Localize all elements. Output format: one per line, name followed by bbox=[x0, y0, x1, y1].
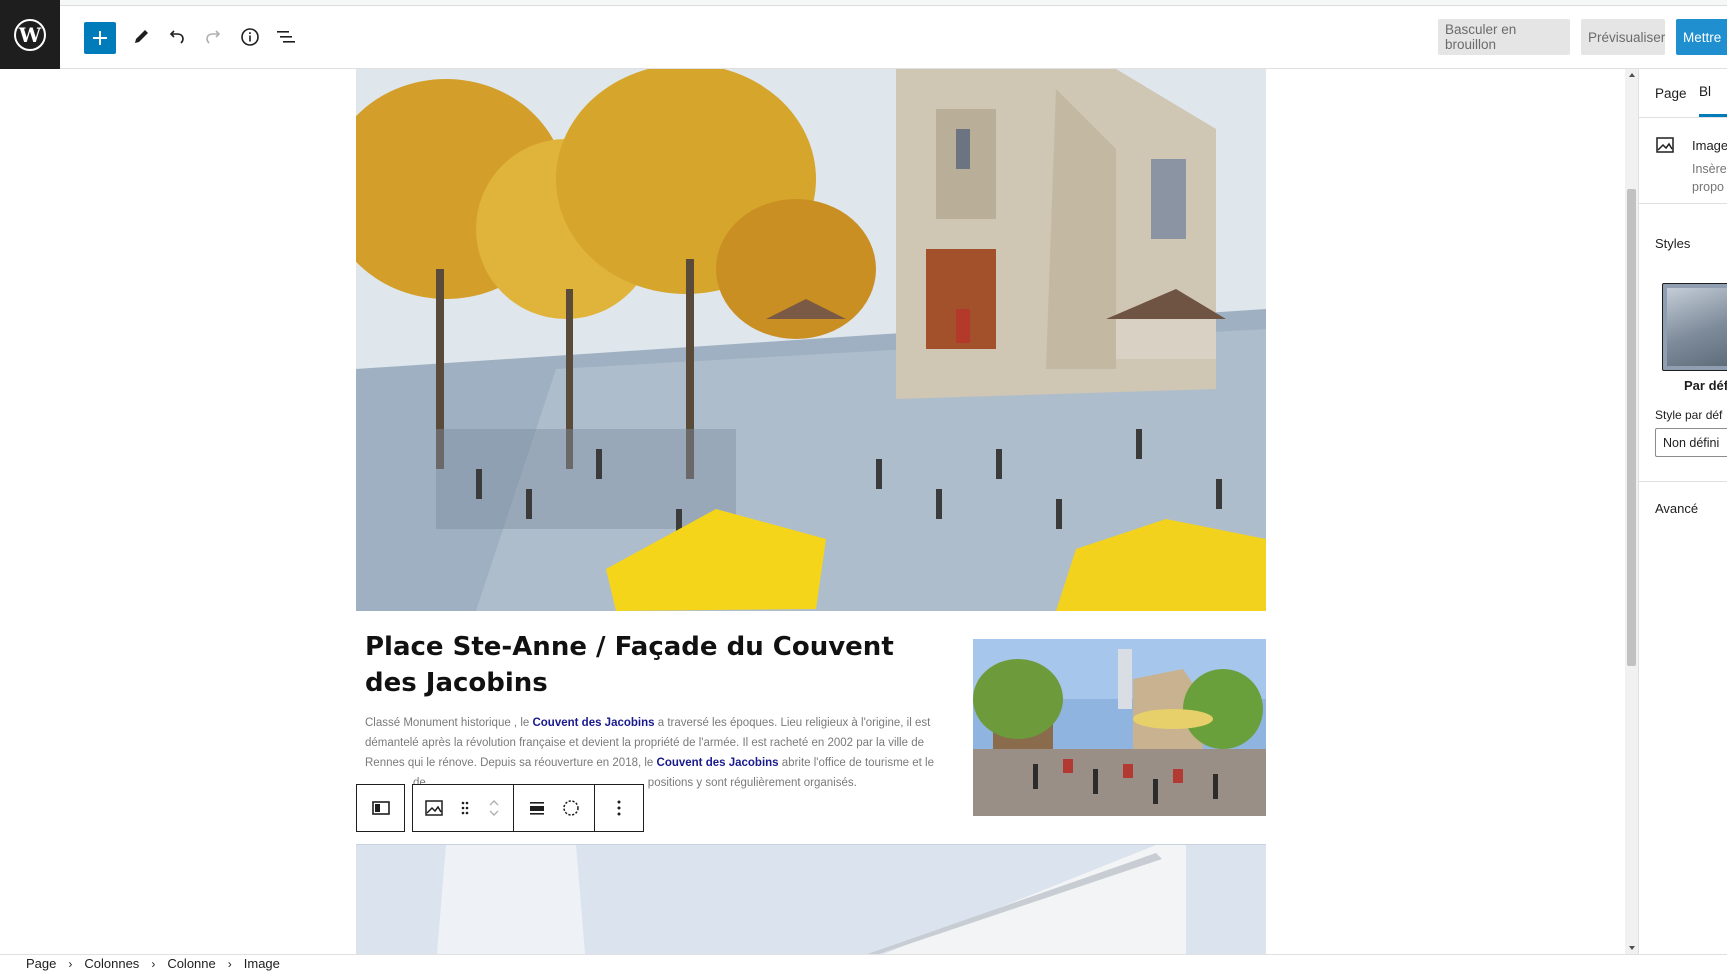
canvas-scrollbar[interactable] bbox=[1625, 69, 1638, 954]
info-icon bbox=[241, 28, 259, 46]
tab-block[interactable]: Bl bbox=[1699, 69, 1727, 117]
advanced-panel-toggle[interactable]: Avancé bbox=[1655, 501, 1698, 516]
section-paragraph[interactable]: Classé Monument historique , le Couvent … bbox=[365, 713, 939, 793]
duotone-button[interactable] bbox=[554, 785, 588, 831]
block-card-description: propo bbox=[1692, 180, 1724, 194]
breadcrumb-item-colonnes[interactable]: Colonnes bbox=[84, 956, 139, 971]
style-default-preview[interactable] bbox=[1662, 283, 1727, 371]
block-card-title: Image bbox=[1692, 138, 1727, 153]
parent-block-selector[interactable] bbox=[356, 784, 405, 832]
svg-text:W: W bbox=[18, 23, 42, 47]
chevron-right-icon: › bbox=[227, 956, 232, 971]
scrollbar-thumb[interactable] bbox=[1627, 189, 1636, 666]
drag-handle[interactable] bbox=[451, 785, 479, 831]
list-view-button[interactable] bbox=[270, 21, 302, 53]
breadcrumb-item-page[interactable]: Page bbox=[26, 956, 56, 971]
column-image[interactable] bbox=[973, 639, 1266, 816]
hero-image-illustration bbox=[356, 69, 1266, 611]
plus-icon bbox=[93, 31, 107, 45]
default-style-label: Style par déf bbox=[1655, 408, 1723, 422]
pencil-icon bbox=[135, 30, 148, 43]
sidebar-divider bbox=[1639, 203, 1727, 204]
square-image-illustration bbox=[973, 639, 1266, 816]
circle-dashed-icon bbox=[563, 800, 579, 816]
undo-button[interactable] bbox=[161, 21, 193, 53]
styles-panel-title[interactable]: Styles bbox=[1655, 236, 1690, 251]
details-button[interactable] bbox=[234, 21, 266, 53]
undo-icon bbox=[169, 30, 184, 44]
wordpress-logo-button[interactable]: W bbox=[0, 0, 60, 69]
scroll-down-arrow-icon[interactable] bbox=[1628, 945, 1636, 951]
style-default-caption: Par déf bbox=[1684, 378, 1727, 393]
sidebar-divider bbox=[1639, 117, 1727, 118]
block-card-description: Insère bbox=[1692, 162, 1727, 176]
redo-button[interactable] bbox=[197, 21, 229, 53]
default-style-select[interactable]: Non défini bbox=[1655, 428, 1727, 457]
image-block-type-button[interactable] bbox=[417, 785, 451, 831]
columns-icon bbox=[371, 801, 390, 815]
building-image-illustration bbox=[356, 845, 1266, 954]
chevron-right-icon: › bbox=[151, 956, 156, 971]
block-breadcrumb: Page › Colonnes › Colonne › Image bbox=[0, 954, 1727, 972]
breadcrumb-item-image[interactable]: Image bbox=[244, 956, 280, 971]
paragraph-text: abrite l'office de tourisme et le bbox=[778, 757, 934, 769]
block-type-group bbox=[412, 784, 514, 832]
settings-sidebar: Page Bl Image Insère propo Styles Par dé… bbox=[1638, 69, 1727, 954]
top-toolbar: W Basculer en brouillon Prévisualiser Me… bbox=[0, 0, 1727, 69]
image-icon bbox=[425, 800, 443, 816]
chevron-up-icon[interactable] bbox=[487, 798, 501, 808]
more-vertical-icon bbox=[617, 800, 621, 816]
scroll-up-arrow-icon[interactable] bbox=[1628, 72, 1636, 78]
switch-to-draft-button[interactable]: Basculer en brouillon bbox=[1438, 19, 1570, 55]
lower-image[interactable] bbox=[356, 844, 1266, 954]
tab-page[interactable]: Page bbox=[1655, 69, 1687, 117]
block-tools-group bbox=[514, 784, 595, 832]
preview-button[interactable]: Prévisualiser bbox=[1581, 19, 1665, 55]
list-view-icon bbox=[277, 31, 295, 43]
tools-button[interactable] bbox=[125, 21, 157, 53]
breadcrumb-item-colonne[interactable]: Colonne bbox=[167, 956, 215, 971]
align-wide-icon bbox=[530, 802, 544, 815]
hero-image[interactable] bbox=[356, 69, 1266, 611]
browser-edge bbox=[0, 0, 1727, 6]
block-toolbar bbox=[356, 784, 644, 832]
wordpress-logo-icon: W bbox=[14, 18, 46, 51]
couvent-link[interactable]: Couvent des Jacobins bbox=[657, 757, 779, 769]
update-button[interactable]: Mettre bbox=[1676, 19, 1727, 55]
add-block-button[interactable] bbox=[84, 22, 116, 54]
paragraph-text: Classé Monument historique , le bbox=[365, 717, 533, 729]
align-button[interactable] bbox=[520, 785, 554, 831]
chevron-down-icon[interactable] bbox=[487, 808, 501, 818]
more-options-button[interactable] bbox=[595, 784, 644, 832]
section-heading[interactable]: Place Ste-Anne / Façade du Couvent des J… bbox=[365, 629, 945, 701]
drag-handle-icon bbox=[461, 801, 469, 815]
redo-icon bbox=[206, 30, 221, 44]
move-buttons bbox=[479, 785, 509, 831]
image-block-icon bbox=[1656, 137, 1674, 153]
editor-canvas: Place Ste-Anne / Façade du Couvent des J… bbox=[0, 69, 1625, 954]
chevron-right-icon: › bbox=[68, 956, 73, 971]
sidebar-divider bbox=[1639, 481, 1727, 482]
couvent-link[interactable]: Couvent des Jacobins bbox=[532, 717, 654, 729]
